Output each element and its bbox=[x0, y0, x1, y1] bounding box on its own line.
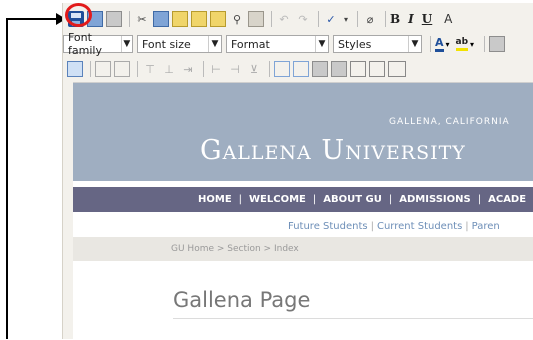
font-size-select[interactable]: Font size ▼ bbox=[137, 35, 222, 53]
university-banner: Gallena, California Gallena University bbox=[73, 83, 533, 181]
absolute-icon[interactable] bbox=[369, 61, 385, 77]
toolbar-row-1: ✂ ⚲ ↶ ↷ ✓ ▾ ⌀ B I U A bbox=[63, 8, 459, 30]
toolbar-separator bbox=[271, 11, 272, 27]
nav-item-admissions[interactable]: ADMISSIONS bbox=[399, 194, 470, 205]
insert-layer-icon[interactable] bbox=[312, 61, 328, 77]
breadcrumb-text[interactable]: GU Home > Section > Index bbox=[171, 244, 299, 254]
redo-icon[interactable]: ↷ bbox=[295, 11, 311, 27]
nav-item-home[interactable]: HOME bbox=[198, 194, 232, 205]
nav-item-about[interactable]: ABOUT GU bbox=[323, 194, 382, 205]
underline-button[interactable]: U bbox=[422, 12, 432, 26]
breadcrumb: GU Home > Section > Index bbox=[73, 237, 533, 261]
table-properties-icon[interactable] bbox=[114, 61, 130, 77]
title-divider bbox=[173, 318, 533, 319]
page-title: Gallena Page bbox=[173, 288, 311, 312]
nav-separator: | bbox=[388, 194, 393, 205]
toolbar-separator bbox=[430, 36, 431, 52]
spellcheck-icon[interactable]: ✓ bbox=[323, 11, 339, 27]
format-select[interactable]: Format ▼ bbox=[226, 35, 329, 53]
page-preview: Gallena, California Gallena University H… bbox=[73, 82, 533, 340]
chevron-down-icon: ▾ bbox=[470, 39, 475, 49]
replace-icon[interactable] bbox=[248, 11, 264, 27]
nav-separator: | bbox=[238, 194, 243, 205]
row-before-icon[interactable]: ⊤ bbox=[142, 61, 158, 77]
styles-label: Styles bbox=[338, 37, 372, 51]
row-after-icon[interactable]: ⊥ bbox=[161, 61, 177, 77]
toolbar-row-3: ⊤ ⊥ ⇥ ⊢ ⊣ ⊻ bbox=[63, 58, 409, 80]
subnav-item-future-students[interactable]: Future Students bbox=[288, 221, 368, 232]
font-size-label: Font size bbox=[142, 37, 191, 51]
cut-icon[interactable]: ✂ bbox=[134, 11, 150, 27]
nav-separator: | bbox=[312, 194, 317, 205]
subnav-item-parents[interactable]: Paren bbox=[472, 221, 500, 232]
subnav-item-current-students[interactable]: Current Students bbox=[377, 221, 462, 232]
paste-word-icon[interactable] bbox=[210, 11, 226, 27]
undo-icon[interactable]: ↶ bbox=[276, 11, 292, 27]
chevron-down-icon: ▼ bbox=[315, 36, 328, 52]
delete-col-icon[interactable]: ⊻ bbox=[246, 61, 262, 77]
callout-arrow-line-vertical bbox=[6, 18, 8, 339]
strikethrough-icon[interactable]: A bbox=[440, 11, 456, 27]
chevron-down-icon: ▼ bbox=[408, 36, 421, 52]
edit-icon[interactable] bbox=[67, 61, 83, 77]
copy-icon[interactable] bbox=[153, 11, 169, 27]
toolbar-separator bbox=[129, 11, 130, 27]
move-forward-icon[interactable] bbox=[331, 61, 347, 77]
eraser-icon[interactable]: ⌀ bbox=[362, 11, 378, 27]
format-label: Format bbox=[231, 37, 270, 51]
italic-button[interactable]: I bbox=[408, 12, 414, 26]
toolbar-row-2: Font family ▼ Font size ▼ Format ▼ Style… bbox=[63, 31, 508, 57]
text-color-icon: A bbox=[435, 36, 444, 52]
table-icon[interactable] bbox=[95, 61, 111, 77]
insert-image-icon[interactable] bbox=[489, 36, 506, 52]
toolbar-separator bbox=[357, 11, 358, 27]
col-after-icon[interactable]: ⊣ bbox=[227, 61, 243, 77]
split-cells-icon[interactable] bbox=[274, 61, 290, 77]
font-family-select[interactable]: Font family ▼ bbox=[63, 31, 133, 57]
paste-text-icon[interactable] bbox=[191, 11, 207, 27]
highlight-color-button[interactable]: ab ▾ bbox=[455, 35, 475, 53]
highlight-icon: ab bbox=[455, 37, 469, 51]
save-highlight-circle bbox=[65, 3, 92, 27]
chevron-down-icon[interactable]: ▾ bbox=[342, 11, 350, 27]
chevron-down-icon: ▼ bbox=[120, 36, 132, 52]
col-before-icon[interactable]: ⊢ bbox=[208, 61, 224, 77]
toolbar-separator bbox=[318, 11, 319, 27]
toolbar-separator bbox=[484, 36, 486, 52]
nav-separator: | bbox=[477, 194, 482, 205]
chevron-down-icon: ▼ bbox=[208, 36, 221, 52]
toolbar-separator bbox=[269, 61, 270, 77]
font-family-label: Font family bbox=[68, 31, 102, 57]
chevron-down-icon: ▾ bbox=[445, 39, 450, 49]
move-backward-icon[interactable] bbox=[350, 61, 366, 77]
audience-nav: Future Students | Current Students | Par… bbox=[73, 215, 533, 237]
new-document-icon[interactable] bbox=[106, 11, 122, 27]
toolbar-separator bbox=[203, 61, 204, 77]
subnav-separator: | bbox=[465, 220, 469, 232]
paste-icon[interactable] bbox=[172, 11, 188, 27]
banner-location: Gallena, California bbox=[389, 117, 510, 127]
nav-item-welcome[interactable]: WELCOME bbox=[249, 194, 306, 205]
delete-row-icon[interactable]: ⇥ bbox=[180, 61, 196, 77]
toolbar-separator bbox=[90, 61, 91, 77]
style-props-icon[interactable] bbox=[388, 61, 406, 77]
subnav-separator: | bbox=[370, 220, 374, 232]
nav-item-academics[interactable]: ACADE bbox=[488, 194, 526, 205]
styles-select[interactable]: Styles ▼ bbox=[333, 35, 422, 53]
callout-arrow-line bbox=[6, 18, 59, 20]
bold-button[interactable]: B bbox=[390, 12, 400, 26]
text-color-button[interactable]: A ▾ bbox=[435, 35, 450, 53]
merge-cells-icon[interactable] bbox=[293, 61, 309, 77]
find-icon[interactable]: ⚲ bbox=[229, 11, 245, 27]
main-nav: HOME | WELCOME | ABOUT GU | ADMISSIONS |… bbox=[73, 187, 533, 212]
banner-university-name: Gallena University bbox=[200, 135, 466, 166]
toolbar-separator bbox=[137, 61, 138, 77]
toolbar-separator bbox=[385, 11, 386, 27]
